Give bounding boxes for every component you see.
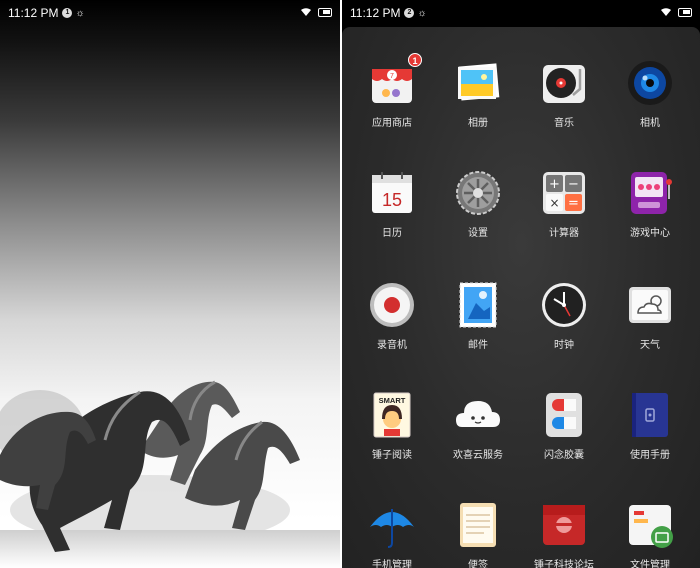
app-manual[interactable]: 使用手册 [606,391,694,461]
app-recorder[interactable]: 录音机 [348,281,436,351]
wifi-icon [661,8,671,16]
app-forum[interactable]: 锤子科技论坛 [520,501,608,568]
app-reader[interactable]: SMART 锤子阅读 [348,391,436,461]
svg-text:=: = [568,196,579,211]
app-store-icon: 7 1 [368,53,422,107]
app-label: 时钟 [554,340,574,351]
app-label: 邮件 [468,340,488,351]
app-label: 音乐 [554,118,574,129]
app-label: 锤子科技论坛 [534,560,594,568]
app-label: 文件管理 [630,560,670,568]
app-calculator[interactable]: + − × = 计算器 [520,169,608,239]
app-mail[interactable]: 邮件 [434,281,522,351]
capsule-icon [540,391,588,439]
app-notes[interactable]: 便签 [434,501,522,568]
svg-text:7: 7 [390,73,394,80]
app-label: 日历 [382,228,402,239]
app-camera[interactable]: 相机 [606,59,694,129]
mail-stamp-icon [454,281,502,329]
manual-icon [626,391,674,439]
app-label: 使用手册 [630,450,670,461]
battery-icon [318,7,332,17]
status-bar: 11:12 PM 1 ☼ [0,0,340,26]
launcher-screen: 11:12 PM 2 ☼ 7 1 应用商店 相册 音乐 相机 15 日历 设置 … [342,0,700,568]
notification-badge: 1 [408,53,422,67]
cloud-icon [454,391,502,439]
app-clock[interactable]: 时钟 [520,281,608,351]
forum-icon [540,501,588,549]
svg-text:×: × [549,196,559,210]
notification-count-icon: 1 [62,8,73,18]
app-game-center[interactable]: 游戏中心 [606,169,694,239]
app-label: 录音机 [377,340,407,351]
app-calendar[interactable]: 15 日历 [348,169,436,239]
app-label: 便签 [468,560,488,568]
wallpaper-screen: 11:12 PM 1 ☼ [0,0,340,568]
calculator-icon: + − × = [540,169,588,217]
settings-gear-icon [454,169,502,217]
app-label: 锤子阅读 [372,450,412,461]
brightness-icon: ☼ [75,7,85,19]
svg-text:+: + [549,177,560,192]
app-cloud[interactable]: 欢喜云服务 [434,391,522,461]
recorder-icon [368,281,416,329]
music-icon [540,59,588,107]
weather-icon [626,281,674,329]
app-grid: 7 1 应用商店 相册 音乐 相机 15 日历 设置 + − × = 计算器 游… [342,27,700,568]
reader-icon: SMART [368,391,416,439]
app-label: 游戏中心 [630,228,670,239]
app-label: 应用商店 [372,118,412,129]
app-file-manager[interactable]: 文件管理 [606,501,694,568]
app-capsule[interactable]: 闪念胶囊 [520,391,608,461]
app-label: 计算器 [549,228,579,239]
svg-text:−: − [568,177,579,192]
brightness-icon: ☼ [417,7,427,19]
app-label: 相册 [468,118,488,129]
app-label: 手机管理 [372,560,412,568]
wifi-icon [301,8,311,16]
calendar-day: 15 [382,190,402,210]
reader-icon-text: SMART [379,396,406,405]
app-app-store[interactable]: 7 1 应用商店 [348,53,436,129]
battery-icon [678,7,692,17]
clock-icon [540,281,588,329]
calendar-icon: 15 [368,169,416,217]
app-label: 天气 [640,340,660,351]
app-label: 相机 [640,118,660,129]
app-label: 闪念胶囊 [544,450,584,461]
camera-icon [626,59,674,107]
app-weather[interactable]: 天气 [606,281,694,351]
gallery-icon [454,59,502,107]
notes-icon [454,501,502,549]
app-gallery[interactable]: 相册 [434,59,522,129]
notification-count-icon: 2 [404,8,415,18]
app-label: 设置 [468,228,488,239]
umbrella-icon [368,501,416,549]
status-time: 11:12 PM [350,6,401,20]
app-phone-manager[interactable]: 手机管理 [348,501,436,568]
status-time: 11:12 PM [8,6,59,20]
app-music[interactable]: 音乐 [520,59,608,129]
running-horses-wallpaper [0,380,340,568]
app-label: 欢喜云服务 [453,450,503,461]
app-settings[interactable]: 设置 [434,169,522,239]
game-center-icon [626,169,674,217]
status-bar: 11:12 PM 2 ☼ [342,0,700,26]
file-manager-icon [626,501,674,549]
